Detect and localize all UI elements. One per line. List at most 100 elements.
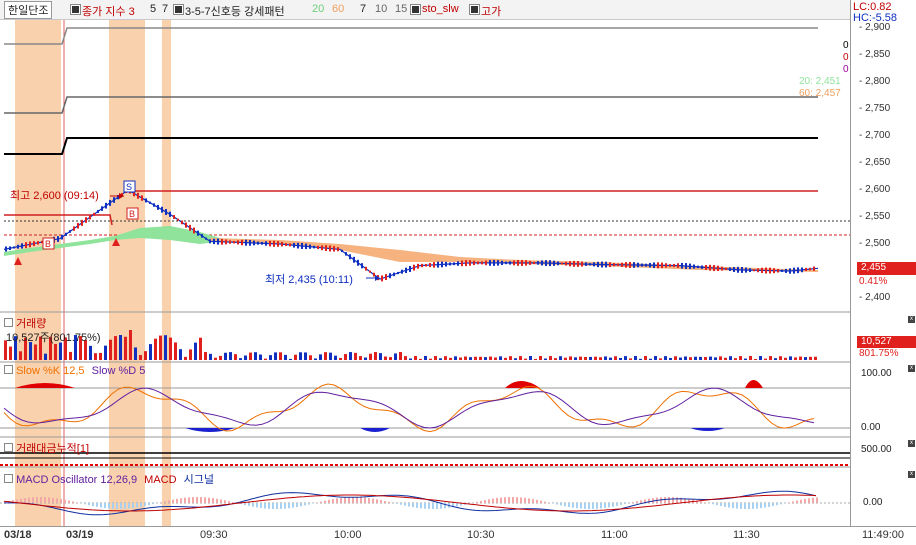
candle <box>697 266 699 268</box>
candle <box>429 263 431 267</box>
volume-bar <box>484 357 487 360</box>
close-icon[interactable]: x <box>908 471 915 478</box>
volume-bar <box>634 356 637 360</box>
macd-bar <box>132 503 134 508</box>
macd-zero: 0.00 <box>863 497 882 508</box>
macd-bar <box>712 503 714 504</box>
candle <box>277 241 279 247</box>
candle <box>665 263 667 267</box>
candle <box>357 260 359 266</box>
volume-bar <box>514 358 517 360</box>
volume-bar <box>769 356 772 360</box>
price-tick: - 2,600 <box>859 184 890 195</box>
volume-bar <box>69 352 72 360</box>
candle <box>413 265 415 271</box>
candle <box>21 243 23 248</box>
volume-bar <box>699 357 702 360</box>
macd-bar <box>244 503 246 505</box>
candle <box>645 264 647 267</box>
candle <box>65 233 67 236</box>
candle <box>789 268 791 273</box>
tradeval-panel-title: 거래대금누적[1] <box>4 440 89 456</box>
candle <box>349 254 351 259</box>
candle <box>329 246 331 252</box>
candle <box>673 264 675 267</box>
candle <box>585 262 587 266</box>
candle <box>437 262 439 268</box>
volume-bar <box>324 352 327 360</box>
macd-bar <box>160 502 162 503</box>
macd-bar <box>612 503 614 507</box>
candle <box>229 240 231 243</box>
candle <box>445 262 447 267</box>
price-axis[interactable]: LC:0.82 HC:-5.58 0 0 0 20: 2,451 60: 2,4… <box>850 0 916 544</box>
candle <box>89 215 91 220</box>
macd-bar <box>364 498 366 503</box>
candle <box>545 260 547 266</box>
macd-bar <box>760 503 762 508</box>
macd-bar <box>100 503 102 508</box>
close-icon[interactable]: x <box>908 316 915 323</box>
macd-bar <box>312 503 314 504</box>
macd-bar <box>500 498 502 503</box>
candle <box>421 264 423 267</box>
candle <box>241 240 243 245</box>
volume-bar <box>679 358 682 360</box>
volume-bar <box>749 356 752 360</box>
candle <box>461 261 463 267</box>
candle <box>493 260 495 266</box>
macd-bar <box>488 499 490 503</box>
volume-bar <box>709 357 712 360</box>
candle <box>745 267 747 272</box>
stoch-bottom: 0.00 <box>861 422 880 433</box>
time-tick: 11:00 <box>601 529 628 541</box>
macd-bar <box>336 498 338 503</box>
macd-bar <box>168 500 170 503</box>
close-icon[interactable]: x <box>908 365 915 372</box>
macd-bar <box>568 503 570 507</box>
candle <box>729 267 731 271</box>
macd-bar <box>816 497 818 503</box>
macd-bar <box>576 503 578 508</box>
macd-bar <box>584 503 586 509</box>
candle <box>161 207 163 213</box>
volume-bar <box>499 356 502 360</box>
chart-canvas[interactable]: B B S 최고 2,600 (09:14) 최저 2,435 (10:11) <box>0 0 850 526</box>
macd-bar <box>604 503 606 508</box>
volume-bar <box>409 358 412 360</box>
macd-bar <box>592 503 594 509</box>
macd-bar <box>672 497 674 503</box>
candle <box>369 271 371 273</box>
close-icon[interactable]: x <box>908 440 915 447</box>
volume-bar <box>539 356 542 360</box>
volume-bar <box>579 357 582 360</box>
candle <box>285 243 287 246</box>
macd-bar <box>676 497 678 503</box>
macd-bar <box>616 503 618 506</box>
macd-bar <box>200 497 202 503</box>
volume-bar <box>294 355 297 360</box>
price-tick: - 2,500 <box>859 238 890 249</box>
macd-bar <box>396 503 398 504</box>
macd-bar <box>220 499 222 503</box>
macd-bar <box>60 499 62 503</box>
candle <box>569 261 571 266</box>
candle <box>529 261 531 265</box>
candle <box>741 267 743 273</box>
macd-bar <box>304 503 306 505</box>
volume-bar <box>189 349 192 360</box>
macd-bar <box>572 503 574 508</box>
volume-bar <box>584 357 587 360</box>
volume-bar <box>644 356 647 360</box>
time-axis[interactable]: 03/18 03/19 09:30 10:00 10:30 11:00 11:3… <box>0 526 916 545</box>
macd-bar <box>68 501 70 503</box>
volume-bar <box>329 353 332 360</box>
ma60-label: 60: 2,457 <box>799 88 841 99</box>
macd-bar <box>492 499 494 503</box>
candle <box>25 242 27 248</box>
volume-bar <box>544 359 547 360</box>
macd-bar <box>700 501 702 503</box>
volume-bar <box>394 353 397 360</box>
macd-bar <box>188 497 190 503</box>
candle <box>629 262 631 268</box>
